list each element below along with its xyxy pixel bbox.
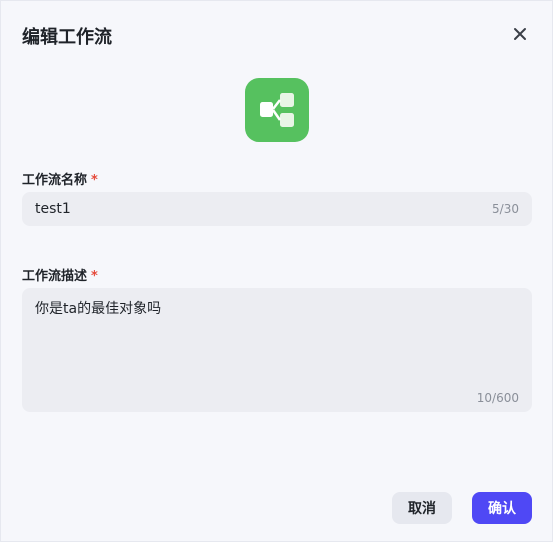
- workflow-name-char-count: 5/30: [492, 202, 519, 216]
- workflow-description-label-text: 工作流描述: [22, 269, 88, 284]
- required-mark: *: [91, 173, 98, 188]
- workflow-icon: [260, 93, 294, 127]
- workflow-description-value: 你是ta的最佳对象吗: [35, 301, 162, 317]
- workflow-avatar[interactable]: [245, 78, 309, 142]
- workflow-description-char-count: 10/600: [476, 391, 519, 405]
- confirm-button[interactable]: 确认: [472, 492, 532, 524]
- close-icon: [514, 28, 526, 40]
- dialog-title: 编辑工作流: [22, 27, 112, 48]
- workflow-name-input[interactable]: test1 5/30: [22, 192, 532, 226]
- close-button[interactable]: [510, 24, 530, 44]
- workflow-description-label: 工作流描述 *: [22, 265, 98, 284]
- edit-workflow-dialog: 编辑工作流 工作流名称 * test1 5/30 工作流描述 * 你是ta的最佳对象…: [0, 0, 553, 542]
- workflow-name-label: 工作流名称 *: [22, 169, 98, 188]
- workflow-description-textarea[interactable]: 你是ta的最佳对象吗 10/600: [22, 288, 532, 412]
- cancel-button[interactable]: 取消: [392, 492, 452, 524]
- workflow-name-label-text: 工作流名称: [22, 173, 88, 188]
- required-mark: *: [91, 269, 98, 284]
- workflow-name-value: test1: [35, 201, 71, 217]
